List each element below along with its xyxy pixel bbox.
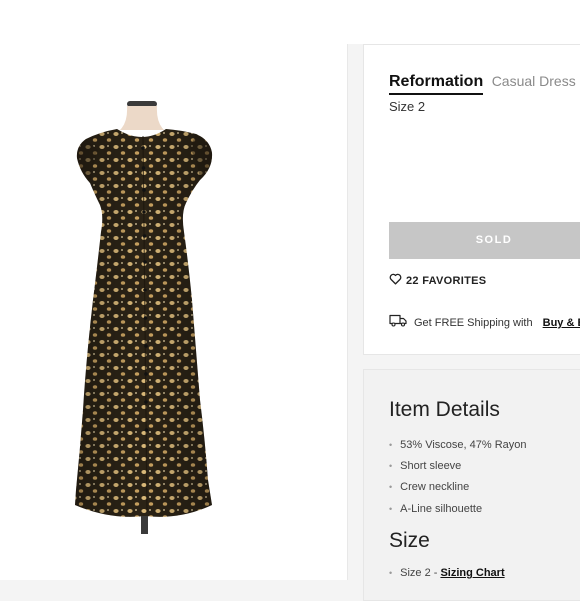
item-details-card: Item Details • 53% Viscose, 47% Rayon • Sh… [363,369,580,601]
truck-icon [389,314,407,332]
top-header-strip [0,0,580,44]
shipping-text: Get FREE Shipping with [414,317,533,329]
mannequin-stand [141,516,148,534]
size-detail: • Size 2 - Sizing Chart [389,567,505,579]
item-details-title: Item Details [389,398,500,421]
product-photo-dress[interactable] [0,44,347,580]
list-item: • Crew neckline [389,481,470,494]
bullet: • [389,439,393,450]
mannequin-neck [120,106,164,130]
size-section-title: Size [389,529,430,552]
favorites-count: 22 FAVORITES [406,275,487,287]
list-item: • Short sleeve [389,459,462,472]
bullet: • [389,568,393,578]
sold-button[interactable]: SOLD [389,222,580,259]
favorite-button[interactable]: 22 FAVORITES [389,272,486,290]
bullet: • [389,460,393,471]
buy-bundle-link[interactable]: Buy & Bu [543,317,580,329]
purchase-card: Reformation Casual Dress Size 2 SOLD 22 … [363,44,580,355]
bullet: • [389,503,393,514]
item-details-list: • 53% Viscose, 47% Rayon • Short sleeve • C… [389,434,527,519]
brand-link[interactable]: Reformation [389,73,484,95]
shipping-promo: Get FREE Shipping with Buy & Bu [389,314,580,332]
heart-icon [389,272,402,290]
size-value: Size 2 - [400,567,438,579]
product-image-panel[interactable] [0,44,348,580]
sizing-chart-link[interactable]: Sizing Chart [440,567,504,579]
product-size: Size 2 [389,99,426,114]
product-title: Reformation Casual Dress [389,73,576,95]
bullet: • [389,482,393,493]
list-item: • 53% Viscose, 47% Rayon [389,438,527,451]
list-item: • A-Line silhouette [389,502,483,515]
product-category: Casual Dress [491,73,576,89]
